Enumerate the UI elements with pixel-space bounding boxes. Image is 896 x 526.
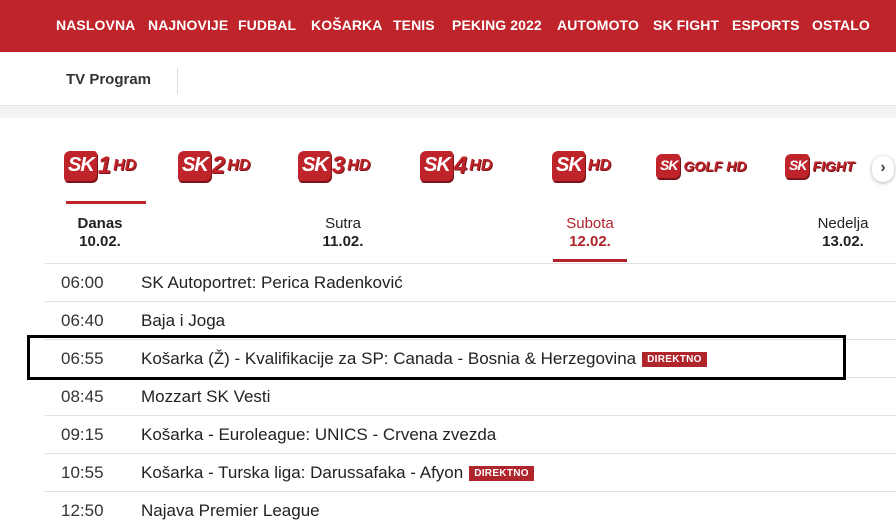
program-title: Baja i Joga (141, 311, 225, 331)
channel-sk1-hd[interactable]: SK 1 HD (64, 148, 136, 184)
program-title: Košarka (Ž) - Kvalifikacije za SP: Canad… (141, 349, 707, 369)
program-title-text: Baja i Joga (141, 311, 226, 330)
channel-sk2-hd[interactable]: SK 2 HD (178, 148, 250, 184)
day-tab-nedelja[interactable]: Nedelja 13.02. (812, 215, 874, 251)
channel-sk-mark: SK (656, 154, 681, 178)
channel-suffix: HD (113, 157, 137, 174)
channel-suffix: HD (469, 157, 493, 174)
channel-suffix: FIGHT (812, 158, 855, 174)
subnav-divider (177, 68, 178, 94)
day-tab-subota[interactable]: Subota 12.02. (560, 215, 620, 251)
program-title-text: Najava Premier League (141, 501, 320, 520)
program-time: 08:45 (61, 387, 104, 406)
nav-item-ostalo[interactable]: OSTALO (812, 17, 870, 33)
live-badge: DIREKTNO (469, 466, 534, 481)
channel-sk-mark: SK (552, 151, 585, 181)
channel-suffix: HD (227, 157, 251, 174)
channel-number: 3 (331, 152, 345, 179)
channel-sk-mark: SK (178, 151, 211, 181)
chevron-right-icon[interactable]: › (872, 156, 894, 182)
channel-sk-mark: SK (298, 151, 331, 181)
channel-sk-mark: SK (785, 154, 810, 178)
channel-sk-mark: SK (64, 151, 97, 181)
day-date: 13.02. (822, 233, 864, 250)
channel-sk-mark: SK (420, 151, 453, 181)
program-title-text: Košarka (Ž) - Kvalifikacije za SP: Canad… (141, 349, 637, 368)
separator-band (0, 106, 896, 118)
program-title: SK Autoportret: Perica Radenković (141, 273, 403, 293)
nav-item-fudbal[interactable]: FUDBAL (238, 17, 296, 33)
channel-sk4-hd[interactable]: SK 4 HD (420, 148, 492, 184)
day-tab-danas[interactable]: Danas 10.02. (75, 215, 125, 251)
channel-sk3-hd[interactable]: SK 3 HD (298, 148, 370, 184)
nav-item-naslovna[interactable]: NASLOVNA (56, 17, 135, 33)
nav-item-automoto[interactable]: AUTOMOTO (557, 17, 639, 33)
day-date: 11.02. (322, 233, 364, 250)
nav-item-esports[interactable]: ESPORTS (732, 17, 800, 33)
nav-item-kosarka[interactable]: KOŠARKA (311, 17, 382, 33)
channel-number: 2 (211, 152, 225, 179)
day-name: Danas (77, 215, 123, 232)
program-title: Košarka - Turska liga: Darussafaka - Afy… (141, 463, 534, 483)
day-date: 12.02. (569, 233, 611, 250)
program-title-text: Košarka - Turska liga: Darussafaka - Afy… (141, 463, 464, 482)
schedule-row[interactable]: 08:45 Mozzart SK Vesti (45, 377, 896, 415)
program-title-text: Mozzart SK Vesti (141, 387, 271, 406)
channel-suffix: HD (587, 157, 611, 174)
schedule-row[interactable]: 06:00 SK Autoportret: Perica Radenković (45, 263, 896, 301)
schedule-row[interactable]: 10:55 Košarka - Turska liga: Darussafaka… (45, 453, 896, 491)
program-title: Najava Premier League (141, 501, 320, 521)
channel-sk-fight[interactable]: SK FIGHT (785, 148, 854, 184)
day-name: Subota (566, 215, 614, 232)
nav-item-tenis[interactable]: TENIS (393, 17, 435, 33)
channel-number: 1 (97, 152, 111, 179)
schedule-row[interactable]: 06:55 Košarka (Ž) - Kvalifikacije za SP:… (45, 339, 896, 377)
tv-program-link[interactable]: TV Program (66, 71, 151, 88)
day-date: 10.02. (79, 233, 121, 250)
program-title-text: SK Autoportret: Perica Radenković (141, 273, 403, 292)
program-time: 09:15 (61, 425, 104, 444)
day-name: Sutra (325, 215, 361, 232)
channel-suffix: GOLF HD (683, 158, 747, 174)
active-channel-indicator (66, 201, 146, 204)
program-title: Mozzart SK Vesti (141, 387, 270, 407)
nav-item-najnovije[interactable]: NAJNOVIJE (148, 17, 228, 33)
program-time: 06:00 (61, 273, 104, 292)
nav-item-peking-2022[interactable]: PEKING 2022 (452, 17, 542, 33)
day-name: Nedelja (817, 215, 869, 232)
sub-navigation: TV Program (0, 52, 896, 106)
program-time: 06:55 (61, 349, 104, 368)
program-time: 06:40 (61, 311, 104, 330)
channel-number: 4 (453, 152, 467, 179)
schedule-row[interactable]: 09:15 Košarka - Euroleague: UNICS - Crve… (45, 415, 896, 453)
live-badge: DIREKTNO (642, 352, 707, 367)
program-time: 12:50 (61, 501, 104, 520)
schedule-row[interactable]: 12:50 Najava Premier League (45, 491, 896, 526)
nav-item-sk-fight[interactable]: SK FIGHT (653, 17, 719, 33)
channel-sk-hd[interactable]: SK HD (552, 148, 611, 184)
schedule-row[interactable]: 06:40 Baja i Joga (45, 301, 896, 339)
program-title: Košarka - Euroleague: UNICS - Crvena zve… (141, 425, 496, 445)
active-day-indicator (553, 259, 627, 262)
program-title-text: Košarka - Euroleague: UNICS - Crvena zve… (141, 425, 497, 444)
program-time: 10:55 (61, 463, 104, 482)
channel-sk-golf-hd[interactable]: SK GOLF HD (656, 148, 746, 184)
day-tab-sutra[interactable]: Sutra 11.02. (318, 215, 368, 251)
channel-suffix: HD (347, 157, 371, 174)
top-navigation: NASLOVNA NAJNOVIJE FUDBAL KOŠARKA TENIS … (0, 0, 896, 52)
